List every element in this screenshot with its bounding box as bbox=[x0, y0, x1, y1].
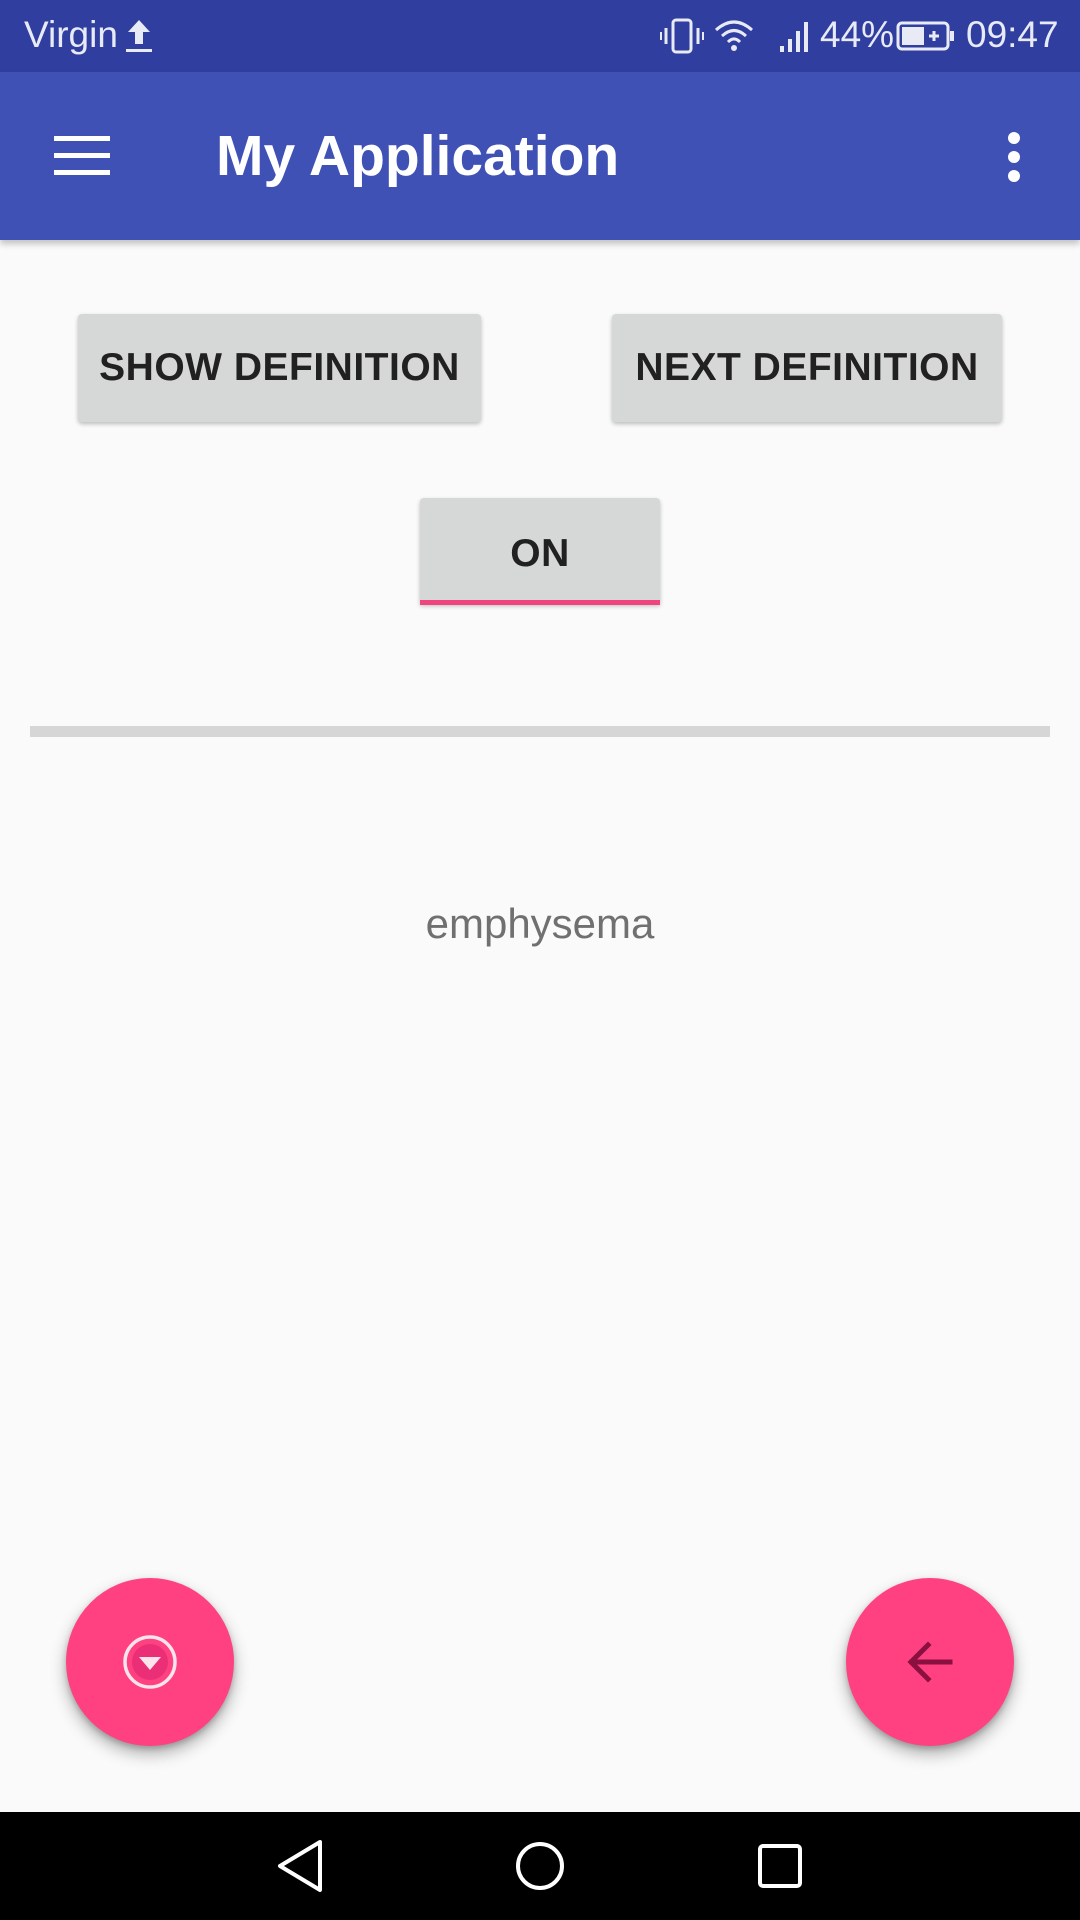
more-vert-icon bbox=[1008, 132, 1020, 182]
toggle-indicator bbox=[420, 600, 660, 605]
clock: 09:47 bbox=[966, 14, 1059, 55]
hamburger-menu-icon bbox=[54, 136, 110, 175]
signal-icon bbox=[780, 22, 808, 52]
status-bar: Virgin 44% 09:47 bbox=[0, 0, 1080, 72]
next-definition-button[interactable]: NEXT DEFINITION bbox=[612, 314, 1002, 422]
show-definition-button[interactable]: SHOW DEFINITION bbox=[78, 314, 481, 422]
upload-icon bbox=[126, 20, 152, 52]
screen: Virgin 44% 09:47 My Application SHOW DEF… bbox=[0, 0, 1080, 1920]
arrow-drop-down-circle-icon bbox=[123, 1635, 177, 1689]
back-fab[interactable] bbox=[846, 1578, 1014, 1746]
divider bbox=[30, 726, 1050, 737]
overflow-menu-button[interactable] bbox=[984, 116, 1044, 196]
dropdown-fab[interactable] bbox=[66, 1578, 234, 1746]
app-bar: My Application bbox=[0, 72, 1080, 240]
navigation-bar bbox=[0, 1812, 1080, 1920]
arrow-back-icon bbox=[907, 1641, 953, 1683]
menu-button[interactable] bbox=[40, 116, 126, 196]
back-triangle-icon[interactable] bbox=[268, 1834, 332, 1898]
wifi-icon bbox=[715, 20, 753, 51]
on-toggle-button[interactable]: ON bbox=[420, 498, 660, 604]
home-circle-icon[interactable] bbox=[508, 1834, 572, 1898]
recents-square-icon[interactable] bbox=[748, 1834, 812, 1898]
battery-percent: 44% bbox=[820, 14, 895, 55]
battery-charging-icon bbox=[896, 21, 954, 51]
carrier-name: Virgin bbox=[24, 14, 118, 55]
word-text: emphysema bbox=[425, 900, 655, 947]
vibrate-icon bbox=[660, 18, 704, 54]
app-title: My Application bbox=[216, 124, 620, 188]
